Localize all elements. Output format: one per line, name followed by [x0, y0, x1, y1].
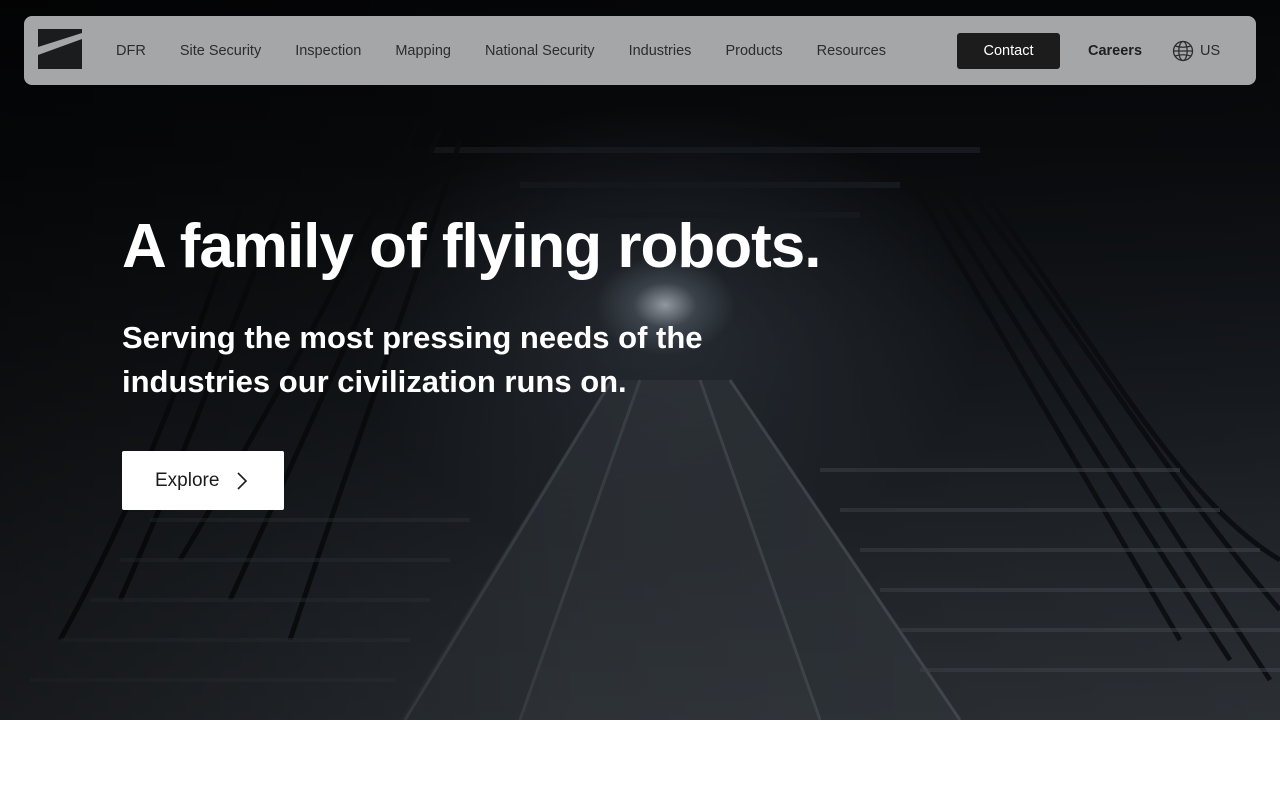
nav-link-national-security[interactable]: National Security — [485, 43, 595, 59]
hero-section: DFR Site Security Inspection Mapping Nat… — [0, 0, 1280, 720]
nav-link-site-security[interactable]: Site Security — [180, 43, 261, 59]
content-section — [0, 720, 1280, 800]
top-navigation: DFR Site Security Inspection Mapping Nat… — [24, 16, 1256, 85]
explore-button-label: Explore — [155, 469, 220, 491]
locale-selector[interactable]: US — [1172, 16, 1220, 85]
globe-icon — [1172, 40, 1194, 61]
nav-link-industries[interactable]: Industries — [629, 43, 692, 59]
hero-subline: Serving the most pressing needs of the i… — [122, 320, 703, 399]
nav-link-inspection[interactable]: Inspection — [295, 43, 361, 59]
nav-link-mapping[interactable]: Mapping — [395, 43, 451, 59]
explore-button[interactable]: Explore — [122, 451, 284, 510]
brand-logo[interactable] — [38, 29, 84, 71]
contact-button[interactable]: Contact — [957, 33, 1060, 69]
nav-link-resources[interactable]: Resources — [817, 43, 886, 59]
nav-link-dfr[interactable]: DFR — [116, 43, 146, 59]
careers-link[interactable]: Careers — [1088, 16, 1142, 85]
locale-label: US — [1200, 42, 1221, 59]
nav-links: DFR Site Security Inspection Mapping Nat… — [116, 16, 920, 85]
hero-headline: A family of flying robots. — [122, 212, 822, 281]
chevron-right-icon — [237, 471, 248, 490]
nav-link-products[interactable]: Products — [725, 43, 782, 59]
